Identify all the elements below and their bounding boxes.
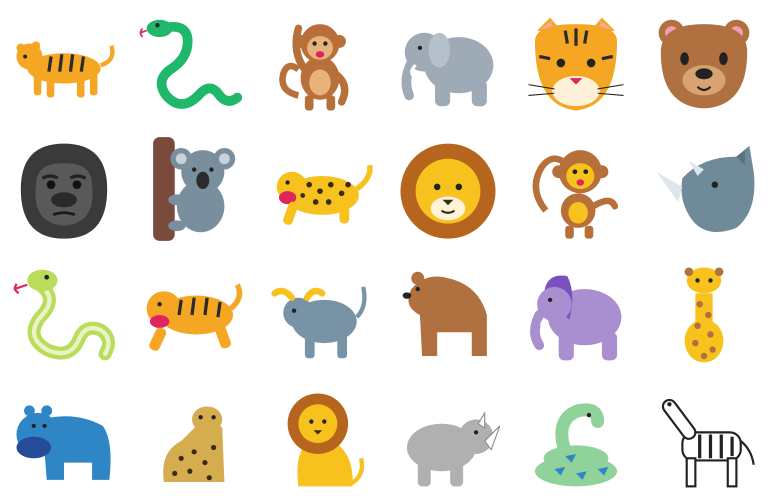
grid-cell	[0, 126, 128, 252]
tiger-leaping-icon	[146, 283, 243, 351]
grid-cell	[640, 126, 768, 252]
rhinoceros-head-icon	[656, 145, 755, 233]
grid-cell	[384, 0, 512, 126]
grid-cell	[512, 126, 640, 252]
rhinoceros-icon	[406, 410, 501, 487]
zebra-icon	[661, 398, 755, 488]
grid-cell	[256, 0, 384, 126]
gorilla-icon	[20, 143, 108, 239]
grid-cell	[256, 126, 384, 252]
grid-cell	[384, 252, 512, 378]
elephant-icon	[401, 32, 494, 107]
grid-cell	[512, 0, 640, 126]
grid-cell	[384, 378, 512, 504]
bear-face-icon	[658, 19, 750, 109]
grid-cell	[128, 126, 256, 252]
grid-cell	[512, 378, 640, 504]
giraffe-icon	[684, 267, 724, 363]
leopard-icon	[276, 164, 373, 225]
tiger-walking-icon	[16, 41, 115, 98]
grid-cell	[128, 252, 256, 378]
snake-icon	[139, 19, 243, 109]
grid-cell	[0, 0, 128, 126]
monkey-icon	[532, 150, 619, 239]
grid-cell	[384, 126, 512, 252]
tiger-face-icon	[528, 17, 624, 111]
leopard-sitting-icon	[163, 406, 225, 483]
grid-cell	[0, 252, 128, 378]
lion-face-icon	[400, 143, 496, 239]
snake-icon	[13, 269, 115, 361]
koala-icon	[153, 137, 236, 241]
grid-cell	[0, 378, 128, 504]
snake-coiled-icon	[534, 403, 618, 487]
grid-cell	[640, 252, 768, 378]
bear-icon	[402, 271, 487, 357]
grid-cell	[256, 252, 384, 378]
grid-cell	[256, 378, 384, 504]
elephant-icon	[530, 275, 622, 361]
animal-emoji-grid	[0, 0, 768, 504]
lion-sitting-icon	[287, 393, 365, 487]
hippopotamus-icon	[16, 405, 111, 480]
water-buffalo-icon	[271, 286, 367, 359]
grid-cell	[640, 378, 768, 504]
grid-cell	[640, 0, 768, 126]
grid-cell	[512, 252, 640, 378]
grid-cell	[128, 378, 256, 504]
monkey-icon	[279, 24, 349, 111]
grid-cell	[128, 0, 256, 126]
